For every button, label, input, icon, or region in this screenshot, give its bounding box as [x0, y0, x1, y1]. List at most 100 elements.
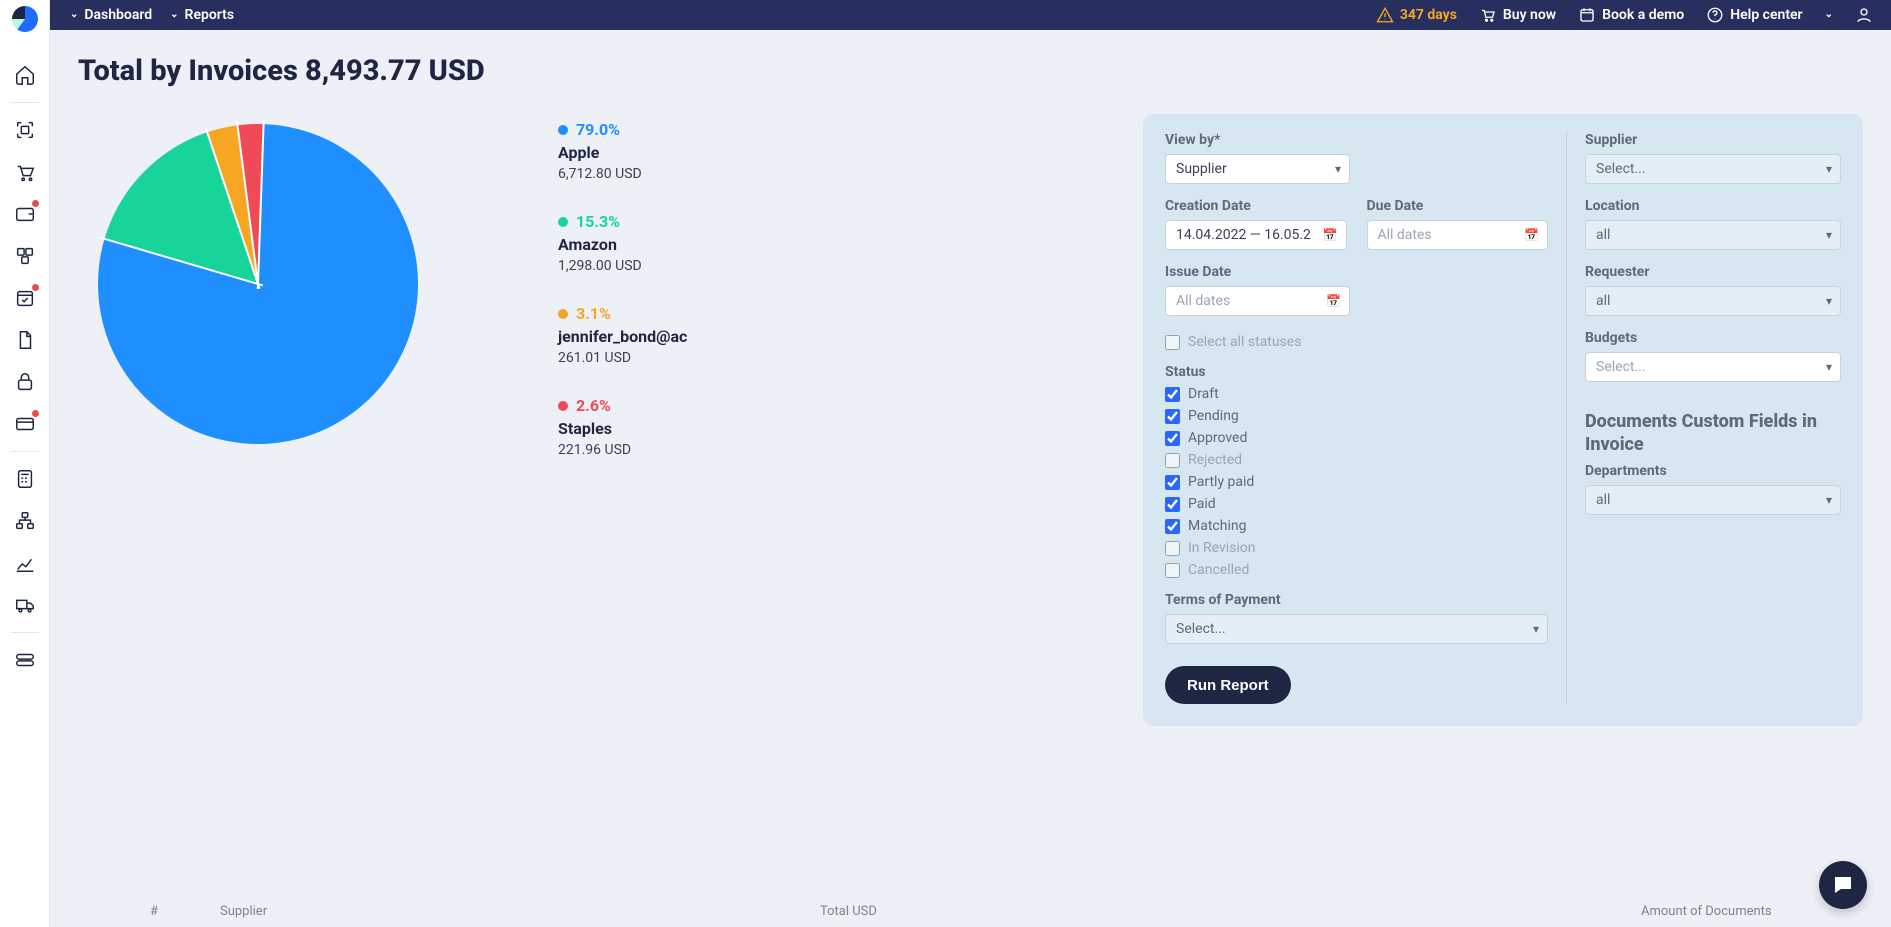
filter-label-status: Status: [1165, 364, 1548, 380]
chevron-down-icon: ⌄: [70, 9, 78, 20]
boxes-icon[interactable]: [13, 244, 37, 268]
select-location[interactable]: all▾: [1585, 220, 1841, 250]
filter-label-view-by: View by*: [1165, 132, 1548, 148]
toggle-icon[interactable]: [13, 648, 37, 672]
calendar-check-icon[interactable]: [13, 286, 37, 310]
warning-icon: [1376, 6, 1394, 24]
col-supplier: Supplier: [220, 904, 820, 919]
chart-area: 79.0% Apple 6,712.80 USD 15.3%Amazon1,298.0…: [78, 114, 818, 726]
status-checkbox[interactable]: Matching: [1165, 518, 1548, 534]
legend-name: jennifer_bond@ac: [558, 327, 687, 346]
filter-label-terms: Terms of Payment: [1165, 592, 1548, 608]
legend-name: Amazon: [558, 235, 687, 254]
page: Total by Invoices 8,493.77 USD 79.0% Appl…: [50, 30, 1891, 927]
lock-icon[interactable]: [13, 370, 37, 394]
filter-label-due-date: Due Date: [1367, 198, 1549, 214]
chevron-down-icon: ▾: [1826, 162, 1832, 176]
run-report-button[interactable]: Run Report: [1165, 666, 1291, 704]
legend-swatch: [558, 217, 568, 227]
trial-days[interactable]: 347 days: [1376, 6, 1457, 24]
calendar-icon: 📅: [1323, 228, 1338, 242]
status-checkbox[interactable]: Cancelled: [1165, 562, 1548, 578]
filter-panel: View by* Supplier▾ Creation Date 14.04.2…: [1143, 114, 1863, 726]
select-supplier[interactable]: Select...▾: [1585, 154, 1841, 184]
legend-name: Staples: [558, 419, 687, 438]
chevron-down-icon: ▾: [1826, 294, 1832, 308]
status-checkbox[interactable]: Pending: [1165, 408, 1548, 424]
chat-button[interactable]: [1819, 861, 1867, 909]
select-terms[interactable]: Select...▾: [1165, 614, 1548, 644]
calendar-icon: 📅: [1326, 294, 1341, 308]
chevron-down-icon: ⌄: [1825, 9, 1833, 20]
status-checkbox[interactable]: Partly paid: [1165, 474, 1548, 490]
status-checkbox[interactable]: Paid: [1165, 496, 1548, 512]
col-total: Total USD: [820, 904, 1641, 919]
filter-label-requester: Requester: [1585, 264, 1841, 280]
select-budgets[interactable]: Select...▾: [1585, 352, 1841, 382]
topbar-reports[interactable]: ⌄Reports: [170, 7, 234, 23]
chevron-down-icon: ▾: [1826, 228, 1832, 242]
analytics-icon[interactable]: [13, 551, 37, 575]
legend-name: Apple: [558, 143, 687, 162]
legend-item: 15.3%Amazon1,298.00 USD: [558, 212, 687, 274]
page-title: Total by Invoices 8,493.77 USD: [78, 54, 1863, 88]
user-menu[interactable]: [1855, 6, 1873, 24]
chevron-down-icon: ▾: [1826, 360, 1832, 374]
legend-item: 79.0% Apple 6,712.80 USD: [558, 120, 687, 182]
filter-label-issue-date: Issue Date: [1165, 264, 1548, 280]
filter-label-budgets: Budgets: [1585, 330, 1841, 346]
legend-percent: 3.1%: [576, 304, 611, 323]
calendar-icon: [1578, 6, 1596, 24]
select-requester[interactable]: all▾: [1585, 286, 1841, 316]
topbar-dashboard[interactable]: ⌄Dashboard: [70, 7, 152, 23]
filter-label-supplier: Supplier: [1585, 132, 1841, 148]
legend-percent: 2.6%: [576, 396, 611, 415]
chat-icon: [1831, 873, 1855, 897]
status-checkbox[interactable]: Approved: [1165, 430, 1548, 446]
chart-legend: 79.0% Apple 6,712.80 USD 15.3%Amazon1,298.0…: [558, 120, 687, 726]
calendar-icon: 📅: [1524, 228, 1539, 242]
table-header: # Supplier Total USD Amount of Documents: [50, 895, 1891, 927]
wallet-icon[interactable]: [13, 202, 37, 226]
topbar-more[interactable]: ⌄: [1825, 10, 1833, 21]
app-logo[interactable]: [12, 6, 38, 32]
select-departments[interactable]: all▾: [1585, 485, 1841, 515]
doc-icon[interactable]: [13, 328, 37, 352]
home-icon[interactable]: [13, 63, 37, 87]
legend-swatch: [558, 309, 568, 319]
filter-label-departments: Departments: [1585, 463, 1841, 479]
legend-swatch: [558, 125, 568, 135]
status-checkbox[interactable]: Draft: [1165, 386, 1548, 402]
pie-chart: [98, 124, 438, 464]
input-issue-date[interactable]: All dates📅: [1165, 286, 1350, 316]
select-view-by[interactable]: Supplier▾: [1165, 154, 1350, 184]
help-center-button[interactable]: Help center: [1706, 6, 1802, 24]
buy-now-button[interactable]: Buy now: [1479, 6, 1556, 24]
status-checkbox[interactable]: Rejected: [1165, 452, 1548, 468]
legend-item: 3.1%jennifer_bond@ac261.01 USD: [558, 304, 687, 366]
org-icon[interactable]: [13, 509, 37, 533]
input-due-date[interactable]: All dates📅: [1367, 220, 1549, 250]
filter-label-location: Location: [1585, 198, 1841, 214]
status-checkbox[interactable]: In Revision: [1165, 540, 1548, 556]
calculator-icon[interactable]: [13, 467, 37, 491]
legend-value: 6,712.80 USD: [558, 166, 687, 182]
scan-icon[interactable]: [13, 118, 37, 142]
legend-percent: 79.0%: [576, 120, 620, 139]
legend-value: 221.96 USD: [558, 442, 687, 458]
custom-fields-title: Documents Custom Fields in Invoice: [1585, 410, 1841, 457]
checkbox-select-all-statuses[interactable]: Select all statuses: [1165, 334, 1548, 350]
cart-icon[interactable]: [13, 160, 37, 184]
chevron-down-icon: ⌄: [170, 9, 178, 20]
help-icon: [1706, 6, 1724, 24]
truck-icon[interactable]: [13, 593, 37, 617]
chevron-down-icon: ▾: [1826, 493, 1832, 507]
user-icon: [1855, 6, 1873, 24]
input-creation-date[interactable]: 14.04.2022 — 16.05.2022📅: [1165, 220, 1347, 250]
chevron-down-icon: ▾: [1533, 622, 1539, 636]
card-icon[interactable]: [13, 412, 37, 436]
topbar: ⌄Dashboard ⌄Reports 347 days Buy now Boo…: [0, 0, 1891, 30]
left-rail: [0, 0, 50, 927]
cart-icon: [1479, 6, 1497, 24]
book-demo-button[interactable]: Book a demo: [1578, 6, 1684, 24]
